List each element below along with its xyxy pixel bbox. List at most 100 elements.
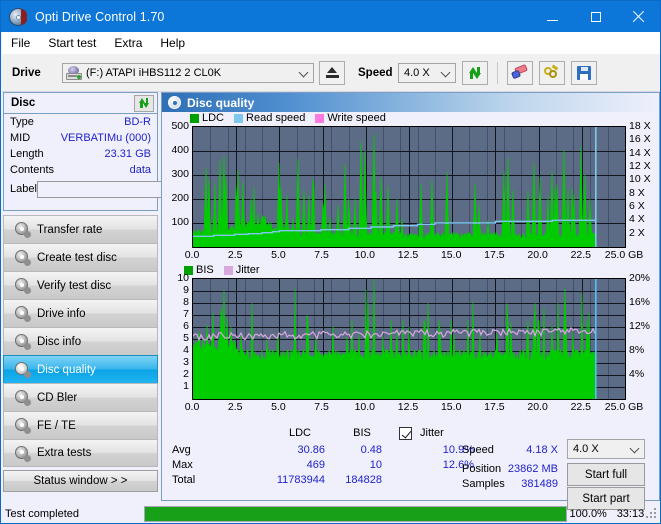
sidebar-item-label: Verify test disc xyxy=(37,279,112,292)
legend-swatch xyxy=(234,113,244,123)
jitter-checkbox[interactable] xyxy=(399,427,412,440)
tools-button[interactable] xyxy=(539,60,565,85)
stats-total-ldc: 11783944 xyxy=(276,474,325,486)
menu-item-extra[interactable]: Extra xyxy=(105,34,151,52)
x-axis-tick: 12.5 xyxy=(397,249,419,261)
menu-item-file[interactable]: File xyxy=(2,34,39,52)
disc-refresh-button[interactable] xyxy=(134,94,154,112)
disc-row-type: Type BD-R xyxy=(4,114,157,130)
stats-label-speed: Speed xyxy=(462,444,494,456)
stats-header-bis: BIS xyxy=(353,427,371,439)
resize-grip-icon[interactable] xyxy=(646,508,658,520)
erase-button[interactable] xyxy=(507,60,533,85)
y2-axis-tick: 18 X xyxy=(629,120,651,132)
x-axis-tick: 2.5 xyxy=(227,401,243,413)
legend-label: BIS xyxy=(196,264,214,276)
test-speed-select[interactable]: 4.0 X xyxy=(567,439,645,459)
disc-row-value: data xyxy=(129,164,151,176)
stats-header-ldc: LDC xyxy=(288,427,311,439)
y2-axis-tick: 10 X xyxy=(629,173,651,186)
y2-axis-tick: 8% xyxy=(629,344,645,356)
tools-icon xyxy=(544,64,560,80)
disc-icon xyxy=(14,334,31,350)
y-axis-tick: 9 xyxy=(183,284,189,296)
sidebar-item-disc-info[interactable]: Disc info xyxy=(3,327,158,355)
disc-row-key: MID xyxy=(10,132,31,144)
x-axis-tick: 17.5 xyxy=(484,401,505,413)
window-controls xyxy=(531,1,660,32)
sidebar-item-extra-tests[interactable]: Extra tests xyxy=(3,439,158,467)
ldc-chart-plot xyxy=(192,126,626,248)
y-axis-tick: 300 xyxy=(171,168,189,180)
close-icon[interactable] xyxy=(617,1,660,32)
disc-icon xyxy=(14,390,31,406)
sidebar-item-fe-te[interactable]: FE / TE xyxy=(3,411,158,439)
disc-icon xyxy=(14,222,31,238)
disc-label-key: Label xyxy=(10,183,37,195)
drive-label: Drive xyxy=(12,66,41,79)
disc-icon xyxy=(14,418,31,434)
y-axis-tick: 5 xyxy=(183,332,189,344)
sidebar-item-drive-info[interactable]: Drive info xyxy=(3,299,158,327)
chart-legend-bis: BIS Jitter xyxy=(184,264,266,276)
x-axis-tick: 7.5 xyxy=(314,249,329,261)
sidebar-item-label: Create test disc xyxy=(37,251,117,264)
drive-select[interactable]: (F:) ATAPI iHBS112 2 CL0K xyxy=(62,62,314,83)
eject-button[interactable] xyxy=(319,60,345,85)
test-speed-value: 4.0 X xyxy=(573,443,599,455)
disc-row-value: 23.31 GB xyxy=(104,148,151,160)
sidebar-item-create-test-disc[interactable]: Create test disc xyxy=(3,243,158,271)
speed-label: Speed xyxy=(358,66,393,79)
save-button[interactable] xyxy=(571,60,597,85)
refresh-button[interactable] xyxy=(462,60,488,85)
sidebar-item-cd-bler[interactable]: CD Bler xyxy=(3,383,158,411)
stats-value-speed: 4.18 X xyxy=(526,444,558,456)
y2-axis-tick: 8 X xyxy=(629,186,645,199)
sidebar-item-label: Disc quality xyxy=(37,363,96,376)
disc-quality-icon xyxy=(168,96,181,109)
status-window-button[interactable]: Status window > > xyxy=(3,470,158,492)
left-panel: Disc Type BD-R MID VERBATIMu (000) Lengt… xyxy=(3,92,205,501)
sidebar-item-transfer-rate[interactable]: Transfer rate xyxy=(3,215,158,243)
page-title: Disc quality xyxy=(187,95,255,110)
y-axis-tick: 3 xyxy=(183,356,189,368)
disc-icon xyxy=(14,306,31,322)
y-axis-tick: 1 xyxy=(183,380,189,392)
stats-value-samples: 381489 xyxy=(521,478,558,490)
sidebar-item-label: Disc info xyxy=(37,335,82,348)
eject-icon xyxy=(325,67,339,78)
disc-panel-header: Disc xyxy=(4,93,157,114)
speed-select[interactable]: 4.0 X xyxy=(398,62,456,83)
legend-label: Write speed xyxy=(327,112,386,124)
sidebar-item-verify-test-disc[interactable]: Verify test disc xyxy=(3,271,158,299)
save-icon xyxy=(577,65,591,80)
stats-panel: LDC BIS Jitter Avg 30.86 0.48 10.9% Max … xyxy=(162,425,659,510)
elapsed-time: 33:13 xyxy=(616,508,645,520)
start-full-button[interactable]: Start full xyxy=(567,463,645,486)
y-axis-tick: 200 xyxy=(171,192,189,204)
refresh-icon xyxy=(468,66,482,80)
speed-select-value: 4.0 X xyxy=(404,66,430,79)
x-axis-tick: 0.0 xyxy=(184,249,200,261)
y-axis-tick: 7 xyxy=(183,308,189,320)
x-axis-tick: 0.0 xyxy=(184,401,200,413)
disc-row-length: Length 23.31 GB xyxy=(4,146,157,162)
minimize-icon[interactable] xyxy=(531,1,574,32)
disc-icon xyxy=(14,445,31,462)
window-title: Opti Drive Control 1.70 xyxy=(35,9,165,24)
stats-row-label-avg: Avg xyxy=(172,444,191,456)
x-axis-tick: 17.5 xyxy=(484,249,505,261)
disc-row-value: BD-R xyxy=(124,116,151,128)
y2-axis-tick: 12% xyxy=(629,320,651,332)
maximize-icon[interactable] xyxy=(574,1,617,32)
sidebar-item-disc-quality[interactable]: Disc quality xyxy=(3,355,158,383)
menu-item-start-test[interactable]: Start test xyxy=(39,34,105,52)
menu-item-help[interactable]: Help xyxy=(151,34,194,52)
refresh-icon xyxy=(138,97,150,109)
x-axis-tick: 15.0 xyxy=(440,249,462,261)
sidebar-item-label: Drive info xyxy=(37,307,86,320)
stats-row-label-max: Max xyxy=(172,459,193,471)
x-axis-tick: 12.5 xyxy=(397,401,419,413)
sidebar-item-label: CD Bler xyxy=(37,391,78,404)
drive-toolbar: Drive (F:) ATAPI iHBS112 2 CL0K Speed 4.… xyxy=(2,54,660,92)
